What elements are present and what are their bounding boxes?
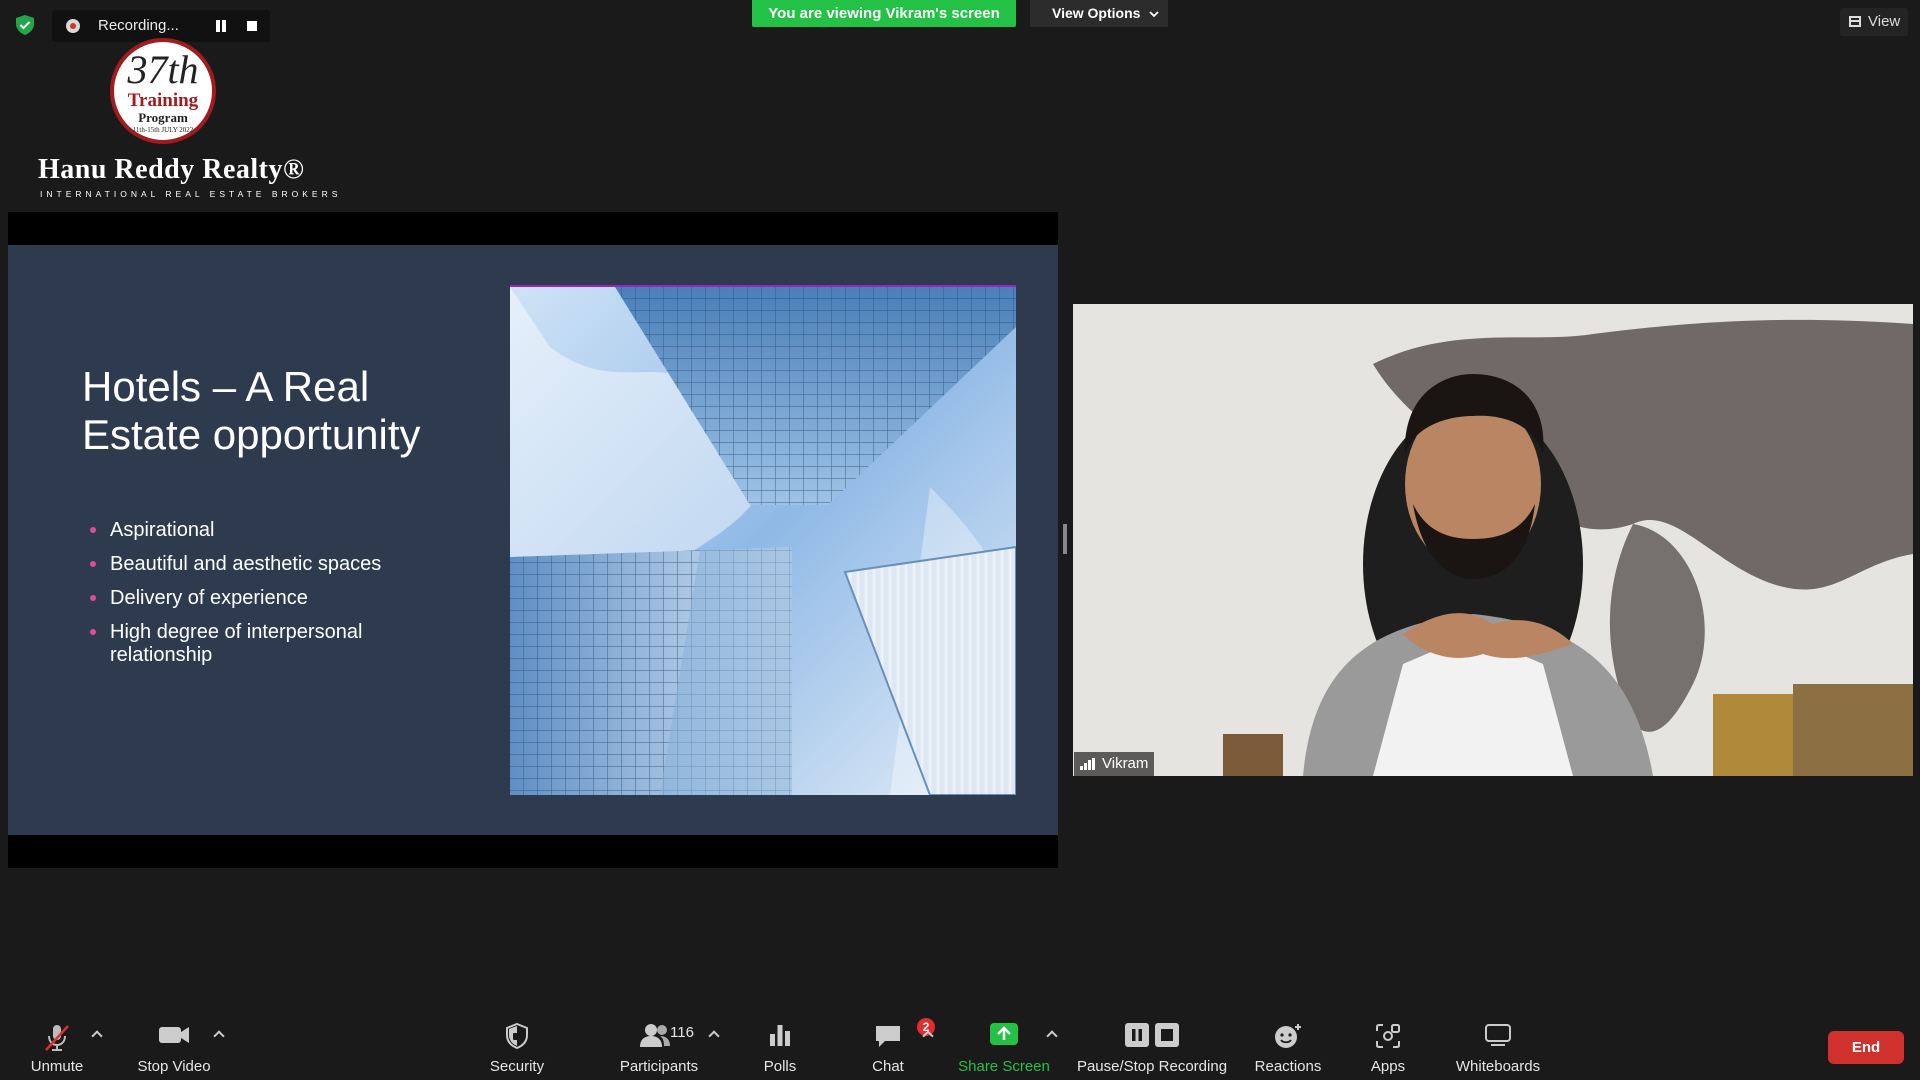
share-screen-label: Share Screen xyxy=(958,1058,1050,1075)
participants-count: 116 xyxy=(670,1024,694,1041)
whiteboards-button[interactable]: Whiteboards xyxy=(1448,1012,1548,1080)
video-camera-icon xyxy=(159,1027,189,1043)
slide-bullet: Delivery of experience xyxy=(82,587,442,610)
chat-button[interactable]: 2 Chat xyxy=(855,1012,935,1080)
slide-bullet-list: Aspirational Beautiful and aesthetic spa… xyxy=(82,519,442,678)
apps-button[interactable]: Apps xyxy=(1360,1012,1416,1080)
security-shield-icon xyxy=(506,1022,528,1050)
chat-bubble-icon xyxy=(876,1026,900,1047)
apps-icon xyxy=(1376,1024,1400,1048)
chat-label: Chat xyxy=(872,1058,904,1075)
pause-stop-recording-button[interactable]: Pause/Stop Recording xyxy=(1074,1012,1230,1080)
skyscrapers-photo xyxy=(510,285,1016,795)
view-options-label: View Options xyxy=(1052,5,1141,21)
brand-tagline: INTERNATIONAL REAL ESTATE BROKERS xyxy=(40,189,342,199)
panel-resize-handle[interactable] xyxy=(1063,524,1067,554)
view-layout-button[interactable]: View xyxy=(1840,8,1908,36)
participant-name-tag: Vikram xyxy=(1074,752,1155,776)
chevron-down-icon xyxy=(1149,11,1159,18)
pause-stop-recording-label: Pause/Stop Recording xyxy=(1076,1058,1228,1075)
reactions-button[interactable]: Reactions xyxy=(1252,1012,1324,1080)
recording-dot-icon xyxy=(66,19,80,33)
share-screen-button[interactable]: Share Screen xyxy=(956,1012,1052,1080)
end-meeting-button[interactable]: End xyxy=(1828,1031,1904,1064)
meeting-toolbar: Unmute Stop Video Security 116 Participa… xyxy=(0,1012,1920,1080)
participants-button[interactable]: 116 Participants xyxy=(604,1012,714,1080)
video-options-caret-icon[interactable] xyxy=(213,1030,225,1038)
recording-label: Recording... xyxy=(98,17,179,34)
presentation-slide: Hotels – A Real Estate opportunity Aspir… xyxy=(8,245,1058,835)
encryption-shield-icon[interactable] xyxy=(14,14,36,36)
unmute-button[interactable]: Unmute xyxy=(24,1012,90,1080)
slide-bullet: High degree of interpersonal relationshi… xyxy=(82,621,442,667)
share-screen-arrow-icon xyxy=(990,1023,1018,1045)
participants-icon xyxy=(640,1024,670,1047)
viewing-screen-banner: You are viewing Vikram's screen xyxy=(752,0,1016,27)
view-layout-label: View xyxy=(1868,13,1901,30)
training-program-logo: 37th Training Program 11th-15th JULY 202… xyxy=(110,38,216,144)
participant-name: Vikram xyxy=(1102,755,1149,772)
view-options-button[interactable]: View Options xyxy=(1030,0,1168,27)
apps-label: Apps xyxy=(1370,1058,1406,1075)
stop-video-label: Stop Video xyxy=(137,1058,211,1075)
whiteboards-label: Whiteboards xyxy=(1455,1058,1541,1075)
logo-line1: Training xyxy=(127,90,199,111)
security-button[interactable]: Security xyxy=(480,1012,554,1080)
pause-stop-recording-icon xyxy=(1125,1023,1179,1047)
participants-options-caret-icon[interactable] xyxy=(708,1030,720,1038)
stop-video-button[interactable]: Stop Video xyxy=(130,1012,218,1080)
reactions-label: Reactions xyxy=(1254,1058,1322,1075)
signal-strength-icon xyxy=(1080,758,1096,770)
slide-bullet: Beautiful and aesthetic spaces xyxy=(82,553,442,576)
security-label: Security xyxy=(489,1058,545,1075)
reactions-smiley-icon xyxy=(1275,1024,1301,1048)
slide-title: Hotels – A Real Estate opportunity xyxy=(82,363,421,458)
polls-bar-chart-icon xyxy=(770,1025,790,1046)
grid-view-icon xyxy=(1849,16,1861,27)
microphone-muted-icon xyxy=(45,1025,69,1051)
participants-label: Participants xyxy=(619,1058,699,1075)
chat-options-caret-icon[interactable] xyxy=(922,1030,934,1038)
audio-options-caret-icon[interactable] xyxy=(91,1030,103,1038)
logo-edition: 37th xyxy=(127,47,199,92)
pause-recording-icon[interactable] xyxy=(215,20,227,32)
whiteboard-icon xyxy=(1485,1024,1511,1046)
polls-button[interactable]: Polls xyxy=(750,1012,810,1080)
logo-line2: Program xyxy=(138,110,188,125)
brand-name: Hanu Reddy Realty® xyxy=(38,154,305,185)
logo-dates: 11th-15th JULY 2022 xyxy=(132,126,194,134)
unmute-label: Unmute xyxy=(30,1058,84,1075)
polls-label: Polls xyxy=(763,1058,797,1075)
stop-recording-icon[interactable] xyxy=(247,21,257,31)
participant-video xyxy=(1073,304,1913,776)
slide-bullet: Aspirational xyxy=(82,519,442,542)
share-options-caret-icon[interactable] xyxy=(1046,1030,1058,1038)
